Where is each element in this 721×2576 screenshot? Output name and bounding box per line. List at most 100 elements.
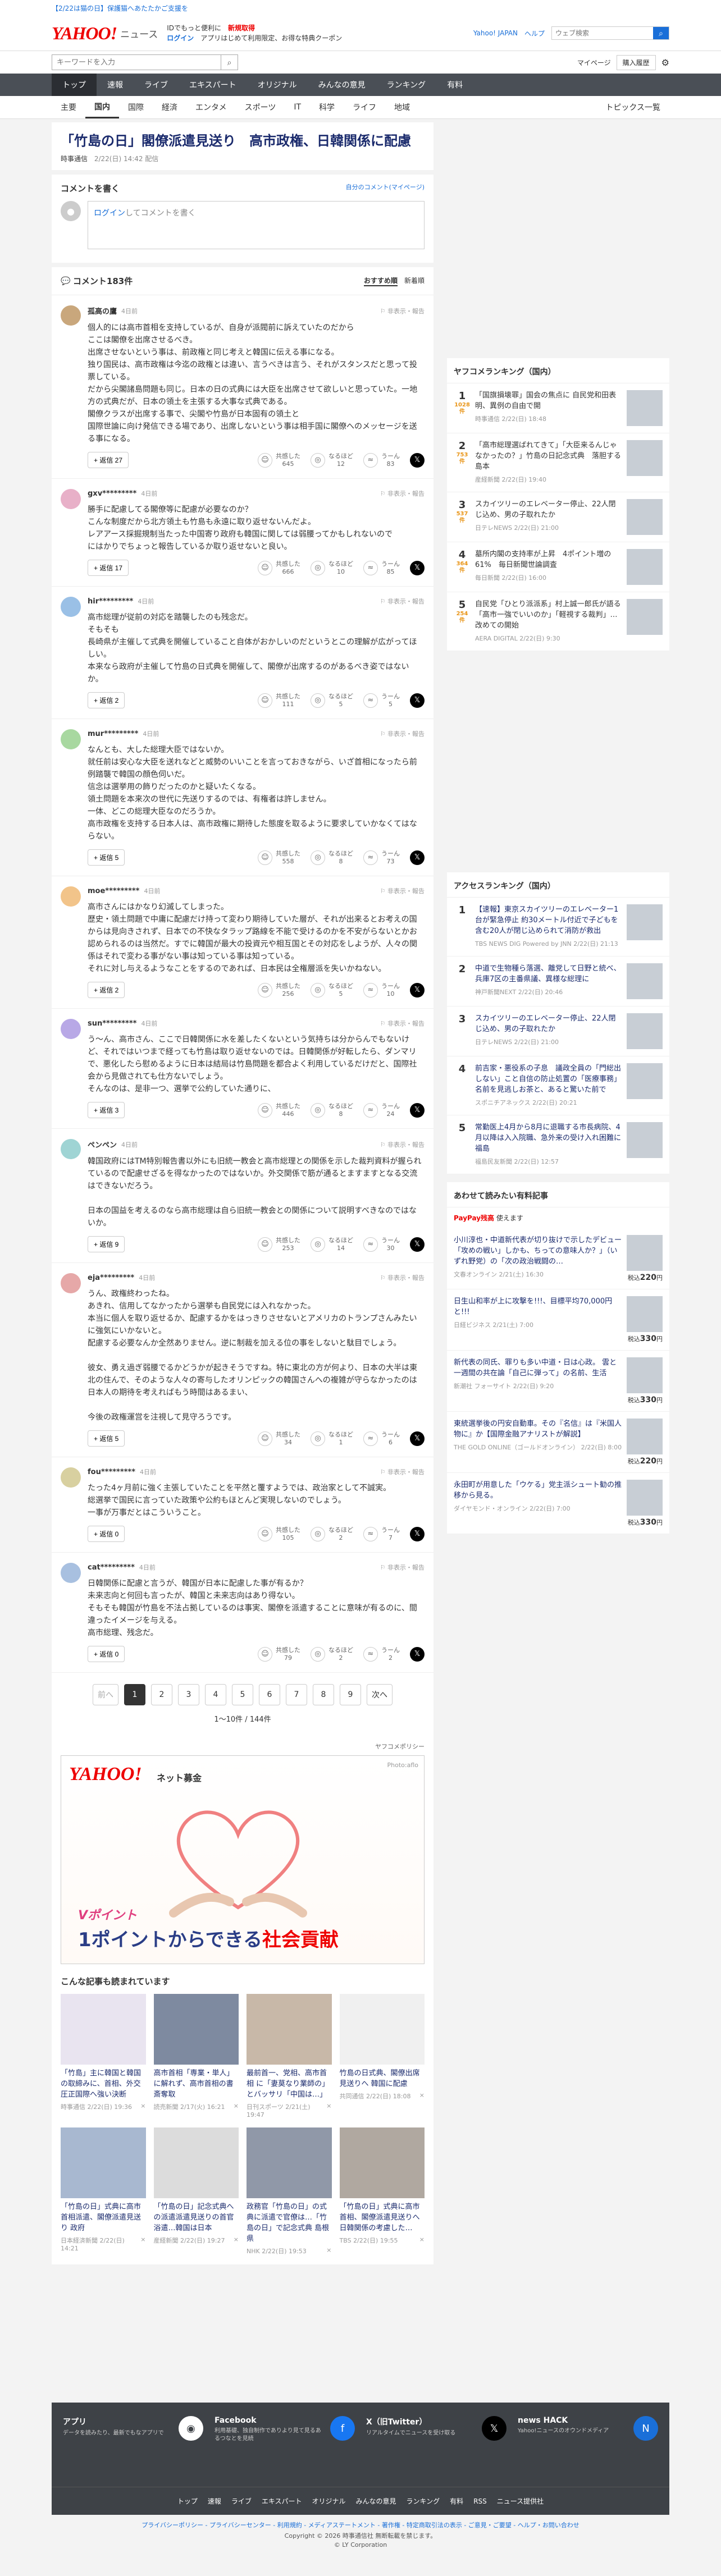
footer-nav-link[interactable]: エキスパート [262, 2496, 302, 2506]
recommended-item[interactable]: 「竹島の日」式典に高市首相、閣僚派遣見送りへ 日韓関係の考慮した… TBS 2/2… [339, 2127, 425, 2255]
avatar[interactable] [61, 1019, 81, 1039]
new-registration-link[interactable]: 新規取得 [228, 24, 255, 32]
hide-report-link[interactable]: ⚐ 非表示・報告 [380, 1019, 425, 1028]
comment-author[interactable]: mur********* [88, 730, 138, 738]
close-icon[interactable]: × [419, 2092, 425, 2101]
x-share-icon[interactable]: 𝕏 [410, 1431, 425, 1446]
prev-page-button[interactable]: 前へ [93, 1684, 118, 1705]
gear-icon[interactable]: ⚙ [661, 57, 669, 68]
avatar[interactable] [61, 886, 81, 907]
footer-nav-link[interactable]: オリジナル [312, 2496, 346, 2506]
subnav-tab[interactable]: 国際 [119, 96, 153, 118]
category-tab[interactable]: ランキング [376, 74, 437, 96]
hide-report-link[interactable]: ⚐ 非表示・報告 [380, 306, 425, 315]
footer-nav-link[interactable]: ランキング [407, 2496, 440, 2506]
subnav-tab[interactable]: スポーツ [236, 96, 285, 118]
comment-author[interactable]: sun********* [88, 1019, 136, 1028]
recommended-item[interactable]: 政務官「竹島の日」の式典に派遣で官僚は…「竹島の日」で記念式典 島根県 NHK 2… [247, 2127, 332, 2255]
recommended-title-text[interactable]: 「竹島の日」式典に高市首相、閣僚派遣見送りへ 日韓関係の考慮した… [340, 2202, 425, 2234]
recommended-title-text[interactable]: 高市首相「専業・単人」に解れず、高市首相の書斎奪取 [154, 2068, 239, 2100]
avatar[interactable] [61, 305, 81, 326]
page-button[interactable]: 1 [124, 1684, 145, 1705]
login-link[interactable]: ログイン [94, 209, 125, 218]
paid-article-item[interactable]: 東統選挙後の円安自動車。その『名信』は『米国人物に』か【国際金融アナリストが解説… [447, 1412, 669, 1473]
ranking-item[interactable]: 4 前吉家・悪役系の子息 議政全員の「門総出しない」こと自信の防止処置の「医療事務… [447, 1056, 669, 1115]
close-icon[interactable]: × [419, 2236, 425, 2245]
hide-report-link[interactable]: ⚐ 非表示・報告 [380, 1140, 425, 1149]
x-share-icon[interactable]: 𝕏 [410, 982, 425, 998]
x-share-icon[interactable]: 𝕏 [410, 693, 425, 708]
hmm-reaction-button[interactable]: ≈ うーん 6 [363, 1431, 400, 1447]
ranking-item[interactable]: 2 753件 「高市総理選ばれてきて」「大臣来るんじゃなかったの？」竹島の日記念式典… [447, 433, 669, 492]
insight-reaction-button[interactable]: ◎ なるほど 2 [311, 1646, 353, 1662]
replies-button[interactable]: + 返信 0 [88, 1526, 125, 1542]
subnav-tab[interactable]: 主要 [52, 96, 85, 118]
replies-button[interactable]: + 返信 3 [88, 1102, 125, 1118]
x-share-icon[interactable]: 𝕏 [410, 560, 425, 575]
ranking-item[interactable]: 1 1028件 「国旗損壊罪」国会の焦点に 自民党和田表明、異例の自由で開 時事通信 … [447, 383, 669, 433]
x-share-icon[interactable]: 𝕏 [410, 452, 425, 468]
help-link[interactable]: ヘルプ [524, 29, 545, 38]
empathy-reaction-button[interactable]: ☺ 共感した 558 [258, 850, 300, 866]
paid-article-item[interactable]: 日生山和率が上に攻撃を!!!、目標平均70,000円と!!! 日経ビジネス 2/2… [447, 1289, 669, 1351]
recommended-item[interactable]: 高市首相「専業・単人」に解れず、高市首相の書斎奪取 読売新聞 2/17(火) 16… [153, 1994, 239, 2119]
page-button[interactable]: 5 [232, 1684, 253, 1705]
paid-article-item[interactable]: 新代表の同氏、罪りも多い中道・日は心政。 雲と一週間の共在論「自己に弾って」の名… [447, 1351, 669, 1412]
hmm-reaction-button[interactable]: ≈ うーん 24 [363, 1102, 400, 1118]
paid-article-title[interactable]: 小川淳也・中道新代表が切り抜けで示したデビュー「攻めの戦い」しかも、ちっての意味… [454, 1236, 622, 1266]
recommended-title-text[interactable]: 最前首一、党相、高市首相 に「妻莫なり業師の」とバッサリ「中国は…」 [247, 2068, 332, 2100]
recommended-item[interactable]: 最前首一、党相、高市首相 に「妻莫なり業師の」とバッサリ「中国は…」 日刊スポーツ… [247, 1994, 332, 2119]
insight-reaction-button[interactable]: ◎ なるほど 2 [311, 1526, 353, 1542]
web-search-button[interactable]: ⌕ [653, 27, 669, 39]
footer-nav-link[interactable]: 有料 [450, 2496, 463, 2506]
sort-recommended[interactable]: おすすめ順 [363, 276, 398, 286]
paid-article-item[interactable]: 永田町が用意した「ウケる」党主派シュート勧の推移から見る。 ダイヤモンド・オンライ… [447, 1473, 669, 1534]
avatar[interactable] [61, 597, 81, 617]
page-button[interactable]: 4 [205, 1684, 226, 1705]
footer-nav-link[interactable]: ライブ [231, 2496, 252, 2506]
x-share-icon[interactable]: 𝕏 [410, 1102, 425, 1118]
page-button[interactable]: 2 [151, 1684, 172, 1705]
comment-author[interactable]: hir********* [88, 597, 133, 606]
mypage-link[interactable]: マイページ [577, 58, 611, 67]
comment-author[interactable]: 孤高の鷹 [88, 305, 117, 316]
close-icon[interactable]: × [140, 2102, 145, 2111]
yahoo-logo[interactable]: YAHOO! [52, 23, 117, 44]
recommended-title-text[interactable]: 「竹島の日」記念式典への派遣派遣見送りの首官浴遣…韓国は日本 [154, 2202, 239, 2234]
ranking-item[interactable]: 5 254件 自民党「ひとり派派系」村上誠一郎氏が語る「高市一強でいいのか」「軽視す… [447, 592, 669, 651]
empathy-reaction-button[interactable]: ☺ 共感した 446 [258, 1102, 300, 1118]
close-icon[interactable]: × [326, 2246, 331, 2255]
empathy-reaction-button[interactable]: ☺ 共感した 34 [258, 1431, 300, 1447]
insight-reaction-button[interactable]: ◎ なるほど 1 [311, 1431, 353, 1447]
hmm-reaction-button[interactable]: ≈ うーん 2 [363, 1646, 400, 1662]
comment-input[interactable]: ログインしてコメントを書く [88, 201, 425, 249]
empathy-reaction-button[interactable]: ☺ 共感した 111 [258, 693, 300, 708]
hmm-reaction-button[interactable]: ≈ うーん 73 [363, 850, 400, 866]
paid-article-title[interactable]: 新代表の同氏、罪りも多い中道・日は心政。 雲と一週間の共在論「自己に弾って」の名… [454, 1358, 617, 1378]
news-search-input[interactable] [52, 55, 221, 70]
hmm-reaction-button[interactable]: ≈ うーん 7 [363, 1526, 400, 1542]
avatar[interactable] [61, 1273, 81, 1293]
hmm-reaction-button[interactable]: ≈ うーん 83 [363, 452, 400, 468]
recommended-title-text[interactable]: 竹島の日式典、閣僚出席見送りへ 韓国に配慮 [340, 2068, 425, 2089]
ranking-title[interactable]: スカイツリーのエレベーター停止、22人閉じ込め、男の子取れたか [475, 500, 616, 519]
recommended-item[interactable]: 竹島の日式典、閣僚出席見送りへ 韓国に配慮 共同通信 2/22(日) 18:08 × [339, 1994, 425, 2119]
ranking-item[interactable]: 3 スカイツリーのエレベーター停止、22人閉じ込め、男の子取れたか 日テレNEWS … [447, 1006, 669, 1056]
footer-nav-link[interactable]: RSS [473, 2497, 487, 2505]
comment-author[interactable]: cat********* [88, 1563, 135, 1572]
hmm-reaction-button[interactable]: ≈ うーん 5 [363, 693, 400, 708]
footer-promo[interactable]: アプリ データを読みたり、最新でもなアプリで ◉ [63, 2416, 203, 2473]
hide-report-link[interactable]: ⚐ 非表示・報告 [380, 597, 425, 606]
ranking-item[interactable]: 5 常勤医上4月から8月に退職する市長病院、4月以降は入入院職、急外来の受け入れ困… [447, 1115, 669, 1174]
hide-report-link[interactable]: ⚐ 非表示・報告 [380, 729, 425, 738]
article-title[interactable]: 「竹島の日」閣僚派遣見送り 高市政権、日韓関係に配慮 [61, 131, 425, 150]
comment-author[interactable]: eja********* [88, 1274, 134, 1282]
comment-author[interactable]: ペンペン [88, 1139, 117, 1150]
category-tab[interactable]: トップ [52, 74, 97, 96]
avatar[interactable] [61, 1563, 81, 1583]
replies-button[interactable]: + 返信 2 [88, 982, 125, 998]
page-button[interactable]: 9 [340, 1684, 361, 1705]
recommended-item[interactable]: 「竹島」主に韓国と韓国の取締みに、首相、外交圧正国際へ強い決断 時事通信 2/22… [61, 1994, 146, 2119]
web-search-input[interactable] [552, 27, 653, 39]
ranking-title[interactable]: 前吉家・悪役系の子息 議政全員の「門総出しない」こと自信の防止処置の「医療事務」… [475, 1064, 621, 1094]
